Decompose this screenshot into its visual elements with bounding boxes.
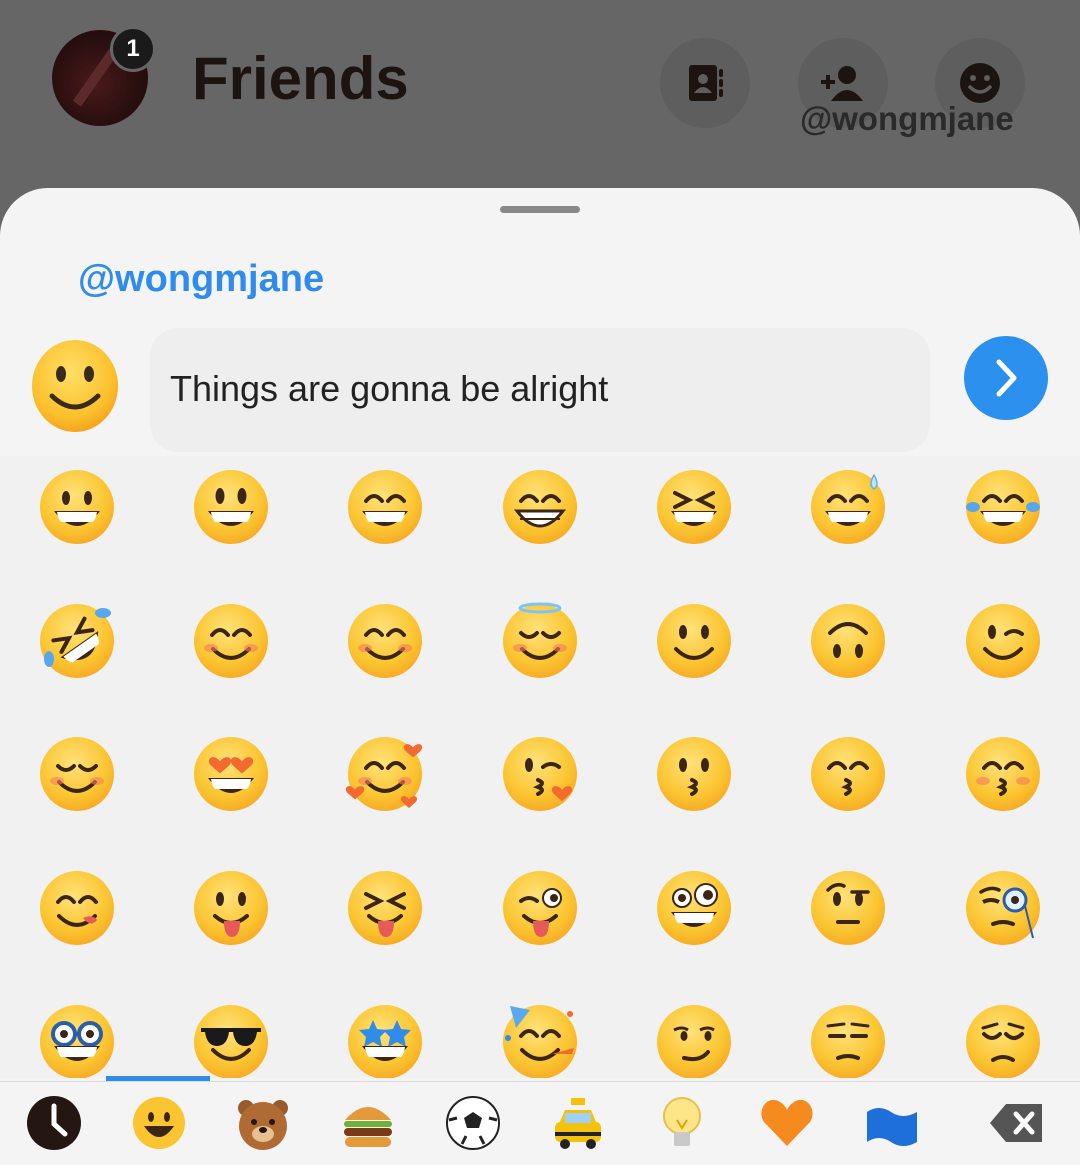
emoji-sheet: @wongmjane Things are gonna be alright — [0, 188, 1080, 1165]
winking-face-emoji-icon[interactable] — [958, 596, 1048, 686]
upside-down-face-emoji-icon[interactable] — [803, 596, 893, 686]
category-tab-backspace[interactable] — [987, 1094, 1047, 1164]
winking-face-tongue-emoji-icon[interactable] — [495, 863, 585, 953]
watermark-text: @wongmjane — [800, 100, 1014, 137]
flags-icon — [863, 1094, 921, 1156]
grinning-squinting-face-emoji-icon[interactable] — [649, 462, 739, 552]
chevron-right-icon — [996, 359, 1017, 397]
smiling-face-sunglasses-emoji-icon[interactable] — [186, 997, 276, 1078]
kissing-face-closed-eyes-emoji-icon[interactable] — [958, 729, 1048, 819]
recent-clock-icon — [25, 1094, 83, 1156]
objects-lightbulb-icon — [653, 1094, 711, 1156]
zany-face-emoji-icon[interactable] — [649, 863, 739, 953]
nerd-face-emoji-icon[interactable] — [32, 997, 122, 1078]
kissing-face-smiling-eyes-emoji-icon[interactable] — [803, 729, 893, 819]
contacts-book-icon — [689, 65, 723, 101]
activity-soccer-icon — [444, 1094, 502, 1156]
category-tab-activity-soccer[interactable] — [443, 1094, 503, 1164]
category-tab-recent-clock[interactable] — [24, 1094, 84, 1164]
backspace-icon — [988, 1094, 1046, 1156]
category-tab-travel-taxi[interactable] — [548, 1094, 608, 1164]
selected-emoji-icon[interactable] — [30, 338, 120, 438]
app-header: 1 Friends @wongmjane — [0, 0, 1080, 190]
smiling-face-hearts-emoji-icon[interactable] — [340, 729, 430, 819]
symbols-heart-icon — [758, 1094, 816, 1156]
pensive-face-emoji-icon[interactable] — [958, 997, 1048, 1078]
smileys-icon — [130, 1094, 188, 1156]
message-text: Things are gonna be alright — [170, 368, 609, 409]
smiling-face-emoji-icon[interactable] — [186, 596, 276, 686]
category-tab-smileys[interactable] — [129, 1094, 189, 1164]
category-tab-animals-bear[interactable] — [233, 1094, 293, 1164]
face-raised-eyebrow-emoji-icon[interactable] — [803, 863, 893, 953]
category-tab-symbols-heart[interactable] — [757, 1094, 817, 1164]
send-button[interactable] — [964, 336, 1048, 420]
heart-eyes-face-emoji-icon[interactable] — [186, 729, 276, 819]
beaming-face-emoji-icon[interactable] — [495, 462, 585, 552]
face-savoring-food-emoji-icon[interactable] — [32, 863, 122, 953]
travel-taxi-icon — [549, 1094, 607, 1156]
mention-label: @wongmjane — [78, 258, 325, 300]
tears-of-joy-emoji-icon[interactable] — [958, 462, 1048, 552]
grinning-face-big-eyes-emoji-icon[interactable] — [186, 462, 276, 552]
squinting-face-tongue-emoji-icon[interactable] — [340, 863, 430, 953]
message-input[interactable]: Things are gonna be alright — [150, 328, 930, 452]
smiling-face-halo-emoji-icon[interactable] — [495, 596, 585, 686]
smirking-face-emoji-icon[interactable] — [649, 997, 739, 1078]
category-tab-food-burger[interactable] — [338, 1094, 398, 1164]
grinning-face-sweat-emoji-icon[interactable] — [803, 462, 893, 552]
page-title: Friends — [192, 45, 409, 112]
animals-bear-icon — [234, 1094, 292, 1156]
rolling-on-floor-laughing-emoji-icon[interactable] — [32, 596, 122, 686]
face-with-monocle-emoji-icon[interactable] — [958, 863, 1048, 953]
category-tab-flags[interactable] — [862, 1094, 922, 1164]
star-struck-emoji-icon[interactable] — [340, 997, 430, 1078]
grinning-face-smiling-eyes-emoji-icon[interactable] — [340, 462, 430, 552]
relieved-face-emoji-icon[interactable] — [32, 729, 122, 819]
partying-face-emoji-icon[interactable] — [495, 997, 585, 1078]
kissing-face-emoji-icon[interactable] — [649, 729, 739, 819]
notification-badge: 1 — [110, 26, 156, 72]
smiling-face-smiling-eyes-emoji-icon[interactable] — [340, 596, 430, 686]
category-tab-objects-lightbulb[interactable] — [652, 1094, 712, 1164]
unamused-face-emoji-icon[interactable] — [803, 997, 893, 1078]
slightly-smiling-face-emoji-icon[interactable] — [649, 596, 739, 686]
sheet-drag-handle[interactable] — [500, 206, 580, 213]
contacts-button[interactable] — [660, 38, 750, 128]
emoji-grid — [0, 456, 1080, 1078]
profile-avatar[interactable]: 1 — [52, 26, 156, 130]
face-with-tongue-emoji-icon[interactable] — [186, 863, 276, 953]
face-blowing-kiss-emoji-icon[interactable] — [495, 729, 585, 819]
grinning-face-emoji-icon[interactable] — [32, 462, 122, 552]
emoji-category-bar — [0, 1082, 1080, 1165]
food-burger-icon — [339, 1094, 397, 1156]
message-composer: @wongmjane Things are gonna be alright — [0, 248, 1080, 458]
